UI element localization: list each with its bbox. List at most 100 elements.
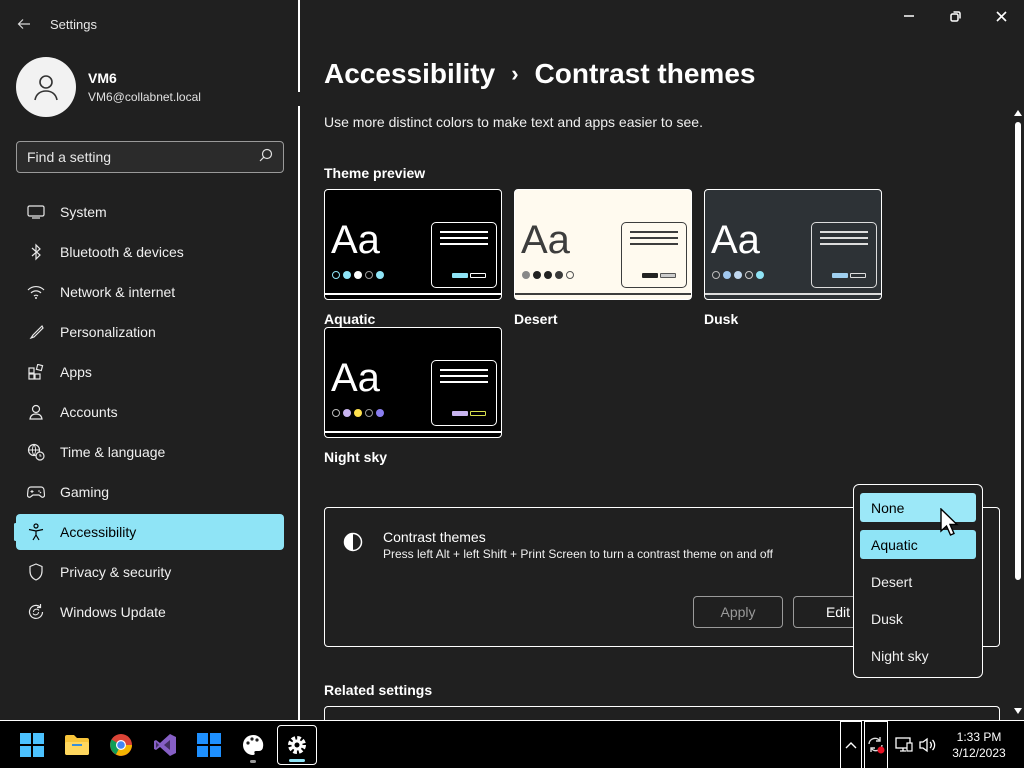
breadcrumb-parent[interactable]: Accessibility bbox=[324, 58, 495, 90]
theme-window-preview bbox=[811, 222, 877, 288]
volume-tray-button[interactable] bbox=[916, 721, 940, 768]
clock-time: 1:33 PM bbox=[956, 730, 1002, 744]
network-icon bbox=[895, 737, 913, 752]
visual-studio-icon bbox=[154, 734, 176, 756]
update-icon bbox=[26, 602, 46, 622]
settings-taskbar-button[interactable] bbox=[277, 725, 317, 765]
taskbar-clock[interactable]: 1:33 PM 3/12/2023 bbox=[940, 729, 1018, 761]
user-profile[interactable]: VM6 VM6@collabnet.local bbox=[16, 57, 201, 117]
theme-name-aquatic: Aquatic bbox=[324, 311, 376, 327]
shield-icon bbox=[26, 562, 46, 582]
globe-clock-icon bbox=[26, 442, 46, 462]
sidebar-item-label: Gaming bbox=[60, 484, 110, 500]
store-button[interactable] bbox=[189, 725, 229, 765]
theme-swatches bbox=[332, 271, 384, 279]
scroll-down-icon[interactable] bbox=[1013, 706, 1023, 716]
palette-icon bbox=[243, 734, 264, 755]
speaker-icon bbox=[919, 737, 936, 753]
theme-swatches bbox=[332, 409, 384, 417]
sidebar-item-label: Privacy & security bbox=[60, 564, 172, 580]
theme-sample-text: Aa bbox=[711, 218, 760, 262]
sidebar-item-accessibility[interactable]: Accessibility bbox=[14, 514, 284, 550]
back-button[interactable] bbox=[14, 14, 34, 34]
sidebar-item-apps[interactable]: Apps bbox=[16, 354, 284, 390]
sidebar-nav: System Bluetooth & devices Network & int… bbox=[14, 194, 284, 634]
search-icon[interactable] bbox=[259, 148, 273, 167]
start-button[interactable] bbox=[12, 725, 52, 765]
sidebar-item-bluetooth[interactable]: Bluetooth & devices bbox=[16, 234, 284, 270]
monitor-icon bbox=[26, 202, 46, 222]
windows-logo-icon bbox=[20, 733, 44, 757]
gamepad-icon bbox=[26, 482, 46, 502]
chevron-up-icon bbox=[845, 742, 857, 749]
contrast-themes-title: Contrast themes bbox=[383, 529, 486, 545]
clock-date: 3/12/2023 bbox=[952, 746, 1006, 760]
contrast-icon bbox=[343, 532, 363, 557]
taskbar: 1:33 PM 3/12/2023 bbox=[0, 720, 1024, 768]
related-settings-heading: Related settings bbox=[324, 682, 433, 698]
theme-name-desert: Desert bbox=[514, 311, 558, 327]
back-arrow-icon bbox=[17, 19, 30, 29]
person-icon bbox=[26, 402, 46, 422]
file-explorer-button[interactable] bbox=[57, 725, 97, 765]
chrome-icon bbox=[110, 734, 132, 756]
app-title: Settings bbox=[50, 16, 97, 32]
sidebar: Settings VM6 VM6@collabnet.local System … bbox=[0, 0, 298, 720]
sidebar-item-system[interactable]: System bbox=[16, 194, 284, 230]
sidebar-item-privacy[interactable]: Privacy & security bbox=[16, 554, 284, 590]
folder-icon bbox=[65, 735, 89, 755]
theme-card-night-sky[interactable]: Aa bbox=[324, 327, 502, 438]
sidebar-item-label: Bluetooth & devices bbox=[60, 244, 184, 260]
sidebar-item-accounts[interactable]: Accounts bbox=[16, 394, 284, 430]
apply-button[interactable]: Apply bbox=[693, 596, 783, 628]
sidebar-item-label: Accounts bbox=[60, 404, 118, 420]
network-tray-button[interactable] bbox=[892, 721, 916, 768]
sidebar-item-label: Time & language bbox=[60, 444, 166, 460]
breadcrumb-separator: › bbox=[511, 61, 519, 86]
accessibility-icon bbox=[26, 522, 46, 542]
vertical-scrollbar[interactable] bbox=[1012, 106, 1024, 720]
breadcrumb: Accessibility › Contrast themes bbox=[324, 58, 755, 90]
theme-sample-text: Aa bbox=[331, 218, 380, 262]
sync-tray-button[interactable] bbox=[864, 721, 888, 768]
theme-window-preview bbox=[621, 222, 687, 288]
theme-swatches bbox=[522, 271, 574, 279]
sidebar-item-time-language[interactable]: Time & language bbox=[16, 434, 284, 470]
visual-studio-button[interactable] bbox=[145, 725, 185, 765]
theme-card-desert[interactable]: Aa bbox=[514, 189, 692, 300]
sync-icon bbox=[868, 737, 885, 754]
chrome-button[interactable] bbox=[101, 725, 141, 765]
theme-preview-heading: Theme preview bbox=[324, 165, 426, 181]
avatar bbox=[16, 57, 76, 117]
sidebar-item-network[interactable]: Network & internet bbox=[16, 274, 284, 310]
dropdown-option-night-sky[interactable]: Night sky bbox=[860, 641, 976, 670]
theme-name-dusk: Dusk bbox=[704, 311, 739, 327]
theme-card-aquatic[interactable]: Aa bbox=[324, 189, 502, 300]
sidebar-item-gaming[interactable]: Gaming bbox=[16, 474, 284, 510]
search-box[interactable] bbox=[16, 141, 284, 173]
theme-swatches bbox=[712, 271, 764, 279]
show-hidden-icons-button[interactable] bbox=[840, 721, 862, 768]
windows-tiles-icon bbox=[197, 733, 221, 757]
theme-window-preview bbox=[431, 222, 497, 288]
dropdown-option-dusk[interactable]: Dusk bbox=[860, 604, 976, 633]
search-input[interactable] bbox=[27, 149, 259, 165]
sidebar-item-windows-update[interactable]: Windows Update bbox=[16, 594, 284, 630]
sidebar-item-label: Personalization bbox=[60, 324, 156, 340]
scrollbar-thumb[interactable] bbox=[1015, 122, 1021, 580]
bluetooth-icon bbox=[26, 242, 46, 262]
sidebar-item-label: System bbox=[60, 204, 107, 220]
page-description: Use more distinct colors to make text an… bbox=[324, 114, 703, 130]
sidebar-item-personalization[interactable]: Personalization bbox=[16, 314, 284, 350]
contrast-themes-description: Press left Alt + left Shift + Print Scre… bbox=[383, 547, 773, 561]
gear-icon bbox=[288, 736, 306, 754]
paint-button[interactable] bbox=[233, 725, 273, 765]
theme-sample-text: Aa bbox=[521, 218, 570, 262]
dropdown-option-desert[interactable]: Desert bbox=[860, 567, 976, 596]
sidebar-item-label: Windows Update bbox=[60, 604, 166, 620]
theme-card-dusk[interactable]: Aa bbox=[704, 189, 882, 300]
person-icon bbox=[34, 75, 58, 101]
scroll-up-icon[interactable] bbox=[1013, 108, 1023, 118]
theme-window-preview bbox=[431, 360, 497, 426]
theme-dropdown-list: None Aquatic Desert Dusk Night sky bbox=[853, 484, 983, 678]
